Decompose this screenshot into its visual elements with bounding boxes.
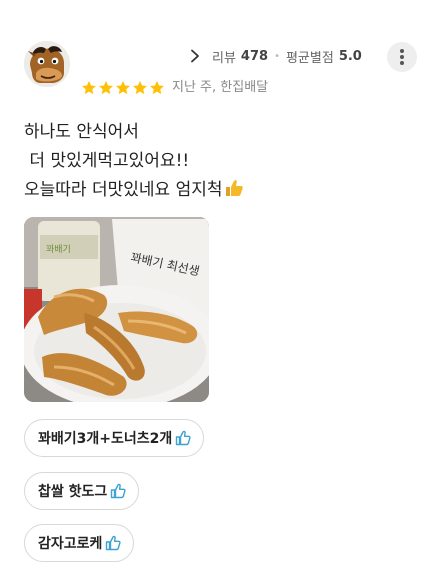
- review-count: 478: [240, 48, 269, 64]
- star-icon: [133, 81, 147, 95]
- star-icon: [116, 81, 130, 95]
- menu-chip[interactable]: 꽈배기3개+도너츠2개: [24, 419, 205, 457]
- star-icon: [82, 81, 96, 95]
- review-meta: 지난 주, 한집배달: [172, 80, 269, 95]
- rating-value: 5.0: [338, 48, 362, 64]
- menu-chip-label: 꽈배기3개+도너츠2개: [38, 431, 173, 447]
- menu-chip-label: 찹쌀 핫도그: [38, 484, 108, 500]
- store-stats[interactable]: 리뷰 478 • 평균별점 5.0: [190, 46, 362, 66]
- thumbs-up-icon: [106, 535, 122, 551]
- cup-label: 꽈배기: [46, 244, 71, 255]
- separator-dot: •: [274, 50, 280, 62]
- star-icon: [99, 81, 113, 95]
- more-icon-dot: [400, 61, 404, 65]
- user-avatar[interactable]: [24, 41, 70, 87]
- review-label: 리뷰: [212, 50, 236, 66]
- review-line: 오늘따라 더맛있네요 엄지척: [24, 176, 419, 205]
- menu-chip[interactable]: 감자고로케: [24, 524, 135, 562]
- menu-chip[interactable]: 찹쌀 핫도그: [24, 472, 140, 510]
- menu-chip-label: 감자고로케: [38, 536, 103, 552]
- rating-label: 평균별점: [285, 50, 334, 66]
- thumbs-up-emoji-icon: [225, 180, 243, 196]
- thumbs-up-icon: [176, 430, 191, 446]
- thumbs-up-icon: [111, 483, 126, 499]
- review-photo[interactable]: 꽈배기 최선생 꽈배기: [24, 217, 209, 402]
- horse-avatar-icon: [24, 41, 70, 87]
- chevron-right-icon: [191, 49, 199, 63]
- star-rating: [81, 79, 166, 97]
- more-icon-dot: [400, 55, 404, 59]
- food-photo-image: 꽈배기 최선생 꽈배기: [24, 217, 209, 402]
- star-icon: [150, 81, 164, 95]
- more-options-button[interactable]: [387, 42, 417, 72]
- review-line: 하나도 안식어서: [24, 122, 139, 142]
- review-line-text: 오늘따라 더맛있네요 엄지척: [24, 180, 223, 200]
- review-text: 하나도 안식어서 더 맛있게먹고있어요!! 오늘따라 더맛있네요 엄지척: [24, 118, 419, 205]
- review-line: 더 맛있게먹고있어요!!: [24, 151, 190, 171]
- more-icon-dot: [400, 49, 404, 53]
